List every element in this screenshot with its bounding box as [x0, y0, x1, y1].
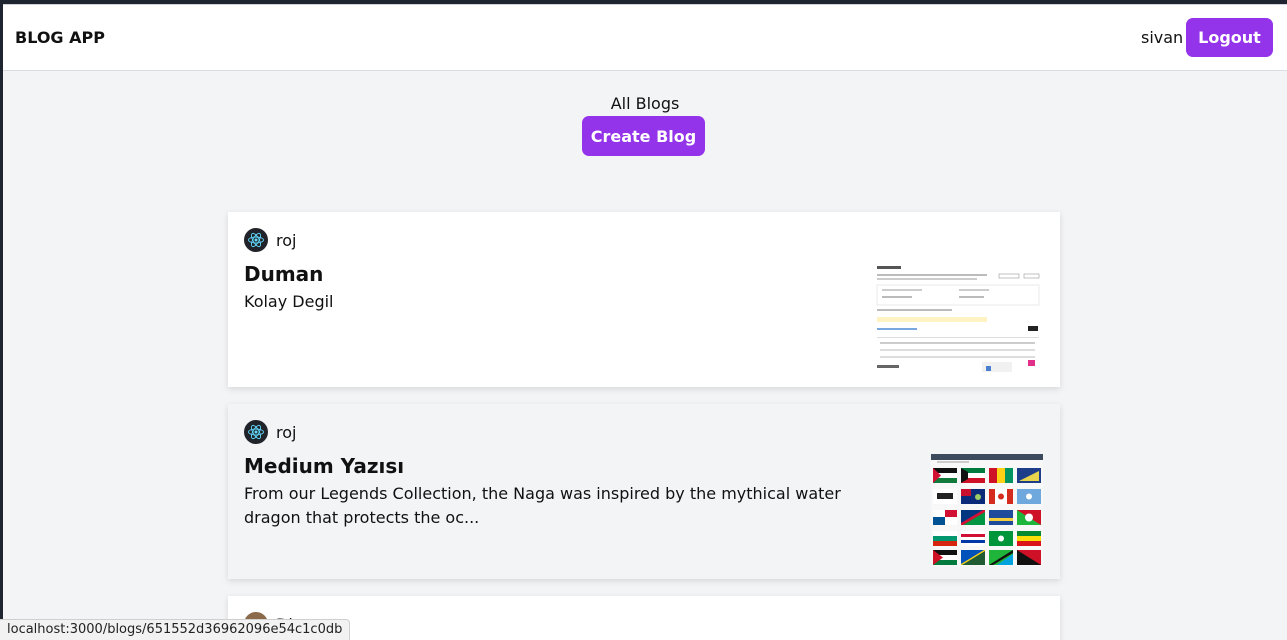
brand-title[interactable]: BLOG APP [15, 28, 105, 47]
blog-card[interactable]: roj Medium Yazısı From our Legends Colle… [228, 404, 1060, 579]
blog-card[interactable]: roj Duman Kolay Degil [228, 212, 1060, 387]
blog-excerpt: From our Legends Collection, the Naga wa… [244, 484, 841, 527]
author-row: roj [244, 228, 296, 252]
current-user-name: sivan [1141, 28, 1184, 47]
status-bar-url: localhost:3000/blogs/651552d36962096e54c… [0, 619, 351, 640]
react-logo-icon [244, 420, 268, 444]
navbar: BLOG APP sivan Logout [3, 5, 1287, 71]
create-blog-button[interactable]: Create Blog [582, 116, 705, 156]
blog-title: Medium Yazısı [244, 454, 405, 478]
blog-excerpt: Kolay Degil [244, 292, 334, 311]
blog-title: Duman [244, 262, 324, 286]
page-heading: All Blogs [610, 94, 680, 113]
browser-viewport: BLOG APP sivan Logout All Blogs Create B… [3, 4, 1287, 640]
author-name: roj [276, 422, 297, 442]
screenshot-thumbnail [874, 262, 1042, 374]
author-name: roj [276, 230, 297, 250]
logout-button[interactable]: Logout [1186, 18, 1273, 57]
react-logo-icon [244, 228, 268, 252]
flags-thumbnail [931, 454, 1043, 566]
author-row: roj [244, 420, 296, 444]
blog-card[interactable]: Di... [228, 596, 1060, 640]
